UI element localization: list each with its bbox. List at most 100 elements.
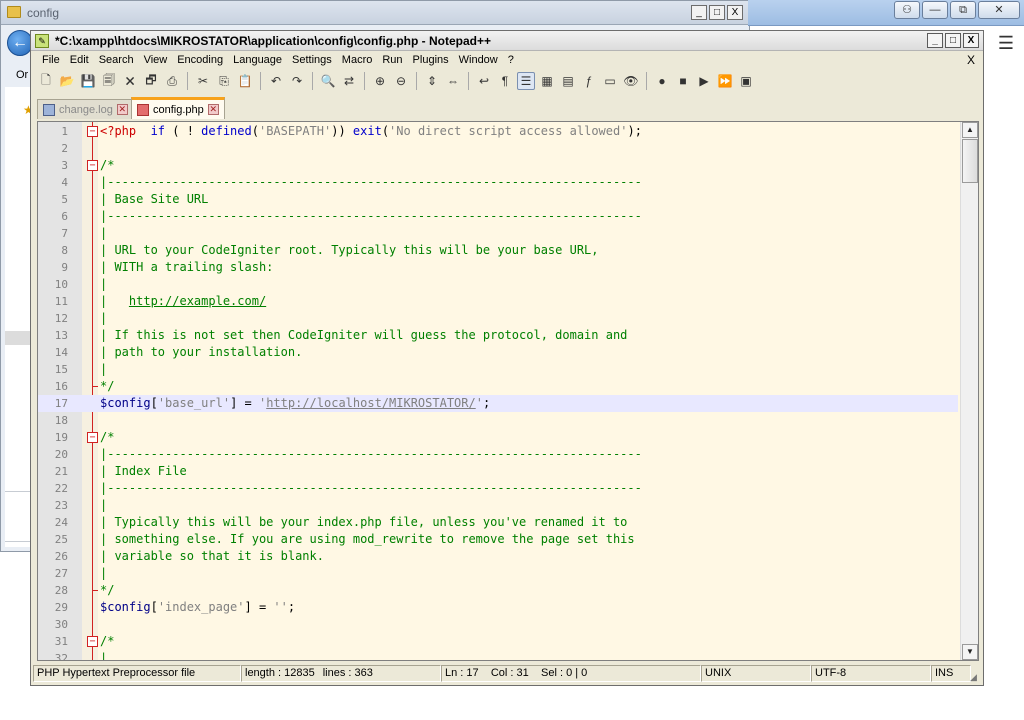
restore-button[interactable]: ⧉	[950, 1, 976, 19]
save-icon[interactable]: 💾	[79, 72, 97, 90]
code-text[interactable]: <?php if ( ! defined('BASEPATH')) exit('…	[100, 123, 642, 140]
code-line[interactable]: 12 |	[38, 310, 958, 327]
code-line[interactable]: 13 | If this is not set then CodeIgniter …	[38, 327, 958, 344]
menu-help[interactable]: ?	[503, 54, 519, 66]
code-text[interactable]: | http://example.com/	[100, 293, 266, 310]
code-text[interactable]: | WITH a trailing slash:	[100, 259, 273, 276]
code-line[interactable]: 4 |--------------------------------------…	[38, 174, 958, 191]
menu-plugins[interactable]: Plugins	[408, 54, 454, 66]
menu-edit[interactable]: Edit	[65, 54, 94, 66]
udl-icon[interactable]: ▦	[538, 72, 556, 90]
code-text[interactable]: |	[100, 361, 107, 378]
save-all-icon[interactable]: 🗐	[100, 72, 118, 90]
close-button[interactable]: ✕	[978, 1, 1020, 19]
code-text[interactable]: |	[100, 276, 107, 293]
code-line[interactable]: 29 $config['index_page'] = '';	[38, 599, 958, 616]
code-text[interactable]: | path to your installation.	[100, 344, 302, 361]
zoom-in-icon[interactable]: ⊕	[371, 72, 389, 90]
background-explorer-titlebar[interactable]: config _ □ X	[1, 1, 749, 25]
code-line[interactable]: 19 −/*	[38, 429, 958, 446]
show-all-chars-icon[interactable]: ¶	[496, 72, 514, 90]
scroll-up-arrow-icon[interactable]: ▲	[962, 122, 978, 138]
code-lines[interactable]: 1− <?php if ( ! defined('BASEPATH')) exit…	[38, 123, 958, 660]
function-list-icon[interactable]: ƒ	[580, 72, 598, 90]
notepad-plus-plus-window[interactable]: ✎ *C:\xampp\htdocs\MIKROSTATOR\applicati…	[30, 30, 984, 686]
code-line[interactable]: 26 | variable so that it is blank.	[38, 548, 958, 565]
folder-workspace-icon[interactable]: ▭	[601, 72, 619, 90]
run-macro-multiple-icon[interactable]: ⏩	[716, 72, 734, 90]
code-line[interactable]: 5 | Base Site URL	[38, 191, 958, 208]
code-line[interactable]: 32 |	[38, 650, 958, 660]
scroll-down-arrow-icon[interactable]: ▼	[962, 644, 978, 660]
sync-horizontal-icon[interactable]: ⇔	[444, 72, 462, 90]
fold-collapse-icon[interactable]: −	[87, 160, 98, 171]
code-text[interactable]: /*	[100, 157, 114, 174]
code-line[interactable]: 31 −/*	[38, 633, 958, 650]
menu-encoding[interactable]: Encoding	[172, 54, 228, 66]
code-text[interactable]: |	[100, 497, 107, 514]
monitoring-icon[interactable]: 👁	[622, 72, 640, 90]
status-eol[interactable]: UNIX	[701, 665, 811, 682]
minimize-button[interactable]: _	[927, 33, 943, 48]
code-text[interactable]: $config['base_url'] = 'http://localhost/…	[100, 395, 490, 412]
code-line[interactable]: 6 |--------------------------------------…	[38, 208, 958, 225]
replace-icon[interactable]: ⇄	[340, 72, 358, 90]
close-file-icon[interactable]: 🗙	[121, 72, 139, 90]
user-icon[interactable]: ⚇	[894, 1, 920, 19]
close-document-button[interactable]: X	[967, 53, 975, 67]
code-text[interactable]: */	[100, 582, 114, 599]
background-right-window[interactable]: ⚇ — ⧉ ✕	[748, 0, 1024, 26]
hamburger-menu-icon[interactable]: ☰	[998, 33, 1014, 54]
code-line[interactable]: 8 | URL to your CodeIgniter root. Typical…	[38, 242, 958, 259]
code-text[interactable]: |---------------------------------------…	[100, 480, 642, 497]
tab-config-php[interactable]: config.php ✕	[131, 97, 225, 119]
code-text[interactable]: | Typically this will be your index.php …	[100, 514, 627, 531]
code-line[interactable]: 27 |	[38, 565, 958, 582]
code-line[interactable]: 30	[38, 616, 958, 633]
indent-guide-icon[interactable]: ☰	[517, 72, 535, 90]
doc-map-icon[interactable]: ▤	[559, 72, 577, 90]
new-file-icon[interactable]: 🗋	[37, 72, 55, 90]
code-line[interactable]: 21 | Index File	[38, 463, 958, 480]
sync-vertical-icon[interactable]: ⇕	[423, 72, 441, 90]
cut-icon[interactable]: ✂	[194, 72, 212, 90]
tab-change-log[interactable]: change.log ✕	[37, 99, 134, 119]
code-text[interactable]: |	[100, 650, 107, 660]
code-line[interactable]: 7 |	[38, 225, 958, 242]
code-line[interactable]: 20 |-------------------------------------…	[38, 446, 958, 463]
menu-view[interactable]: View	[139, 54, 173, 66]
menu-language[interactable]: Language	[228, 54, 287, 66]
code-text[interactable]: | URL to your CodeIgniter root. Typicall…	[100, 242, 599, 259]
code-text[interactable]: /*	[100, 633, 114, 650]
code-text[interactable]: |---------------------------------------…	[100, 174, 642, 191]
play-macro-icon[interactable]: ▶	[695, 72, 713, 90]
organize-menu-fragment[interactable]: Or	[16, 69, 28, 81]
code-text[interactable]: |---------------------------------------…	[100, 208, 642, 225]
code-line[interactable]: 18	[38, 412, 958, 429]
code-text[interactable]: | Base Site URL	[100, 191, 208, 208]
paste-icon[interactable]: 📋	[236, 72, 254, 90]
code-line[interactable]: 23 |	[38, 497, 958, 514]
zoom-out-icon[interactable]: ⊖	[392, 72, 410, 90]
close-all-icon[interactable]: 🗗	[142, 72, 160, 90]
scrollbar-thumb[interactable]	[962, 139, 978, 183]
menu-window[interactable]: Window	[454, 54, 503, 66]
print-icon[interactable]: ⎙	[163, 72, 181, 90]
code-line[interactable]: 10 |	[38, 276, 958, 293]
fold-collapse-icon[interactable]: −	[87, 126, 98, 137]
code-editor[interactable]: 1− <?php if ( ! defined('BASEPATH')) exit…	[37, 121, 979, 661]
code-text[interactable]: |	[100, 565, 107, 582]
resize-grip-icon[interactable]: ◢	[970, 672, 982, 684]
word-wrap-icon[interactable]: ↩	[475, 72, 493, 90]
code-text[interactable]: |	[100, 225, 107, 242]
code-line[interactable]: 15 |	[38, 361, 958, 378]
close-button[interactable]: X	[727, 5, 743, 20]
menu-run[interactable]: Run	[377, 54, 407, 66]
open-file-icon[interactable]: 📂	[58, 72, 76, 90]
code-text[interactable]: $config['index_page'] = '';	[100, 599, 295, 616]
tab-close-icon[interactable]: ✕	[207, 104, 219, 115]
code-text[interactable]: | Index File	[100, 463, 187, 480]
redo-icon[interactable]: ↷	[288, 72, 306, 90]
menu-search[interactable]: Search	[94, 54, 139, 66]
fold-collapse-icon[interactable]: −	[87, 636, 98, 647]
